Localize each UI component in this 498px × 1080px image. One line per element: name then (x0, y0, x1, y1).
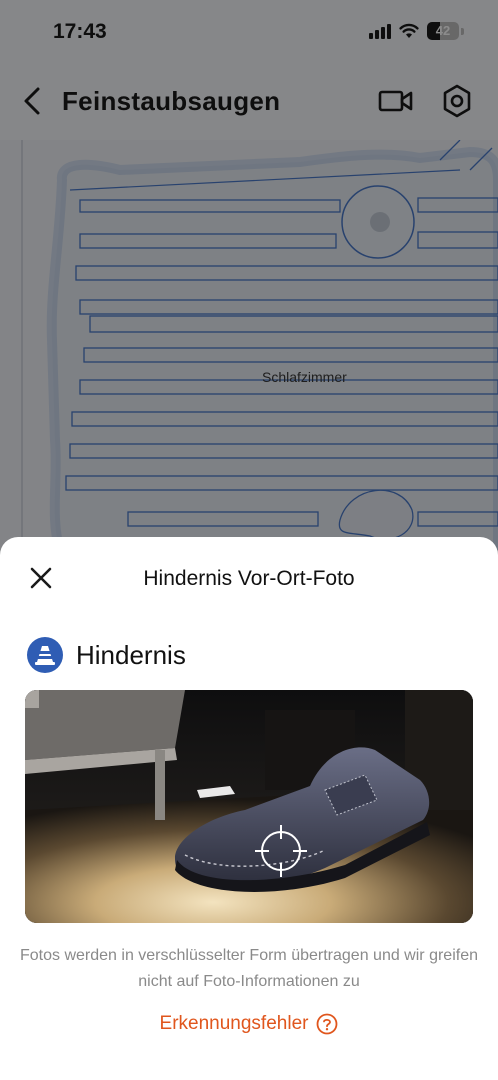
privacy-note: Fotos werden in verschlüsselter Form übe… (20, 947, 478, 990)
sheet-title: Hindernis Vor-Ort-Foto (143, 567, 355, 590)
obstacle-photo-sheet: Hindernis Vor-Ort-Foto Hindernis Fotos w… (0, 537, 498, 1080)
obstacle-header: Hindernis (27, 637, 186, 673)
error-link-label: Erkennungsfehler (159, 1013, 309, 1034)
traffic-cone-icon (27, 637, 63, 673)
report-recognition-error-link[interactable]: Erkennungsfehler (0, 1013, 498, 1035)
obstacle-type-label: Hindernis (76, 639, 186, 670)
obstacle-photo (25, 690, 473, 923)
help-icon[interactable] (316, 1013, 338, 1035)
